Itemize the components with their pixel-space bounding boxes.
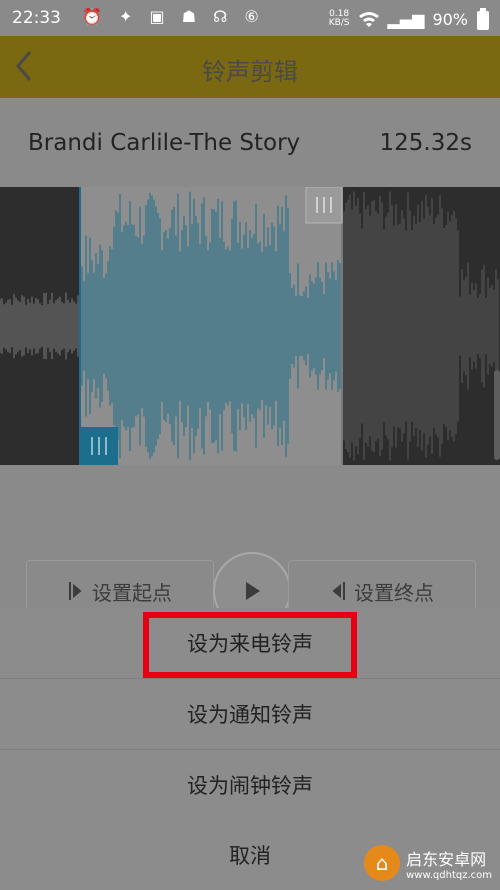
end-bracket-icon [332,582,345,600]
end-handle[interactable] [305,187,343,224]
page-title: 铃声剪辑 [202,58,298,86]
watermark: ⌂ 启东安卓网 www.qdhtqz.com [364,845,492,881]
start-handle[interactable] [80,427,118,465]
signal-icon: ▂▄▆ [387,9,425,29]
battery-icon [477,8,489,30]
song-info: Brandi Carlile-The Story 125.32s [0,98,500,188]
waveform-selected-region [80,187,342,465]
watermark-url: www.qdhtqz.com [406,869,492,881]
status-time: 22:33 [12,8,61,28]
watermark-logo-icon: ⌂ [364,845,401,881]
scrollbar[interactable] [494,370,500,460]
waveform-editor[interactable] [0,187,500,465]
set-alarm-option[interactable]: 设为闹钟铃声 [0,750,500,821]
app-header: 铃声剪辑 [0,36,500,98]
song-duration: 125.32s [379,130,472,156]
set-notification-option[interactable]: 设为通知铃声 [0,679,500,750]
watermark-title: 启东安卓网 [406,849,487,869]
battery-level: 90% [432,9,468,29]
wifi-icon [358,12,379,27]
network-speed: 0.18 KB/S [329,10,350,28]
set-start-label: 设置起点 [92,580,172,605]
status-bar: 22:33 ⏰ ✦ ▣ ☗ ☊ ⑥ 0.18 KB/S ▂▄▆ 90% [0,0,500,36]
watermark-text: 启东安卓网 www.qdhtqz.com [406,846,492,881]
speed-unit: KB/S [328,18,350,28]
highlight-box [143,612,357,678]
song-name: Brandi Carlile-The Story [28,130,301,156]
start-bracket-icon [69,582,82,600]
status-right: 0.18 KB/S ▂▄▆ 90% [329,8,490,30]
set-end-label: 设置终点 [354,580,434,605]
notification-icons: ⏰ ✦ ▣ ☗ ☊ ⑥ [82,7,265,26]
